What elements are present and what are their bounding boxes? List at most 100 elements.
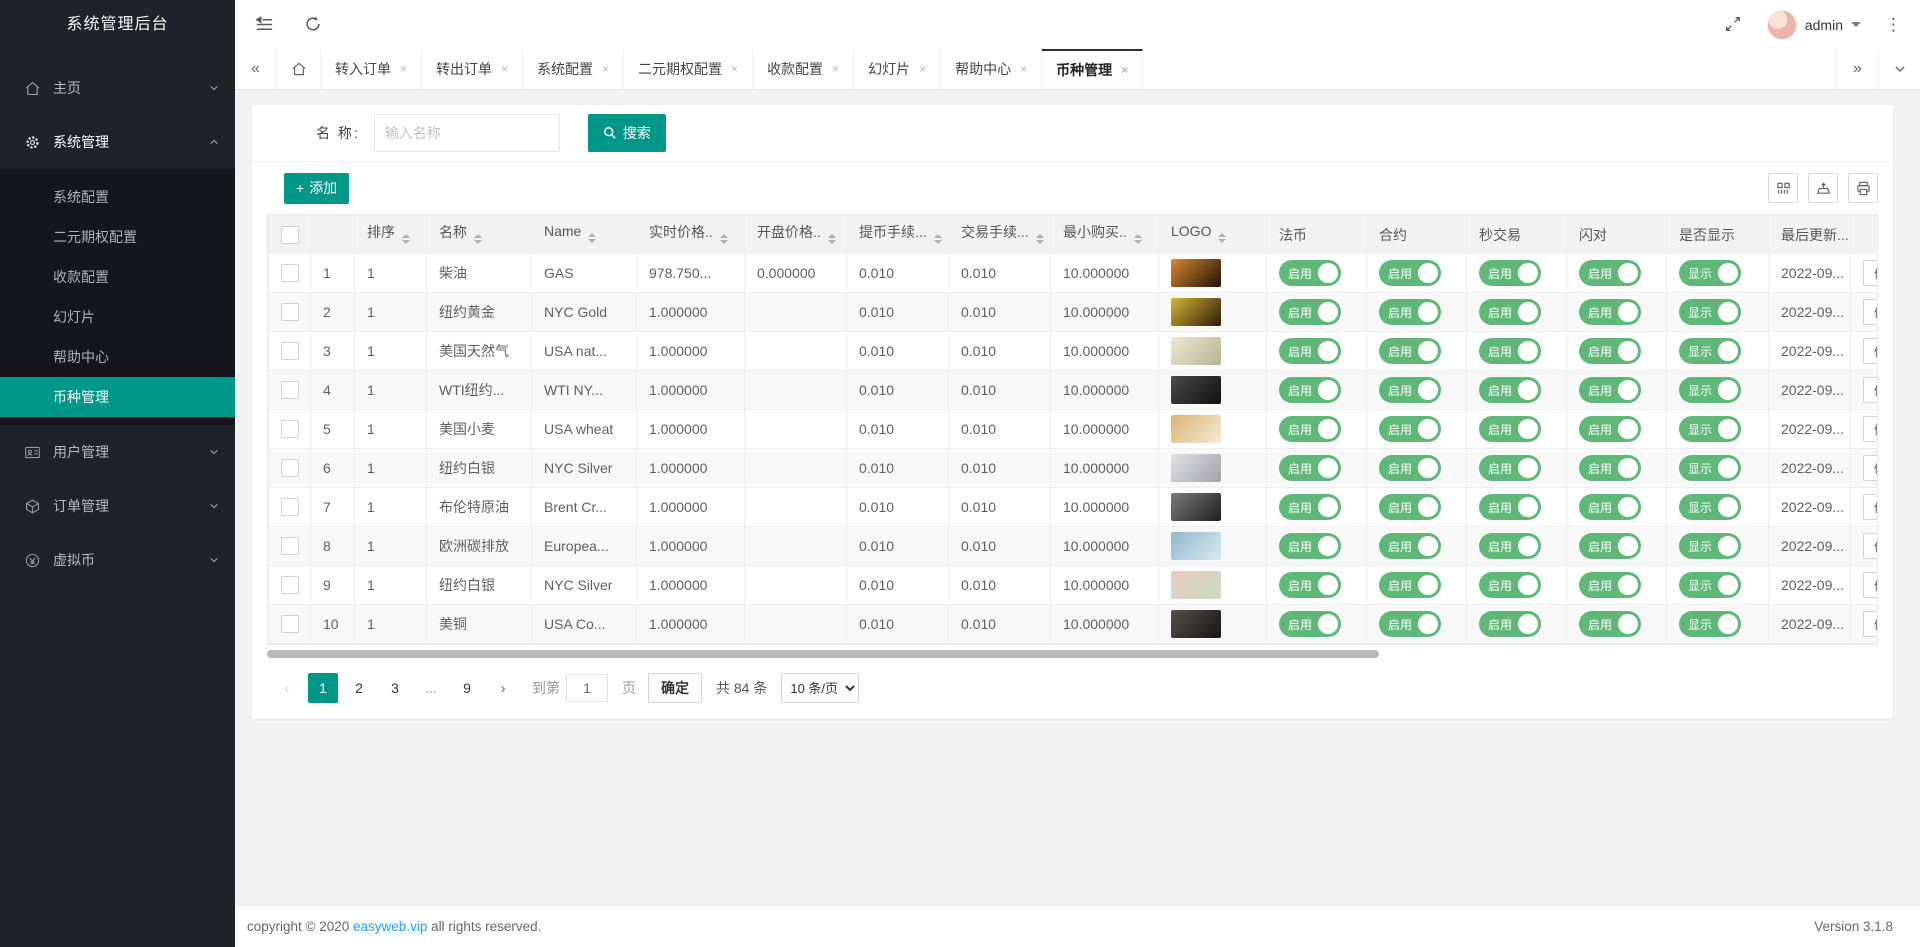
fiat-toggle[interactable]: 启用 xyxy=(1279,260,1341,286)
edit-button[interactable]: 修改 xyxy=(1863,611,1878,637)
fiat-toggle[interactable]: 启用 xyxy=(1279,455,1341,481)
row-checkbox[interactable] xyxy=(281,498,299,516)
edit-button[interactable]: 修改 xyxy=(1863,572,1878,598)
tab-二元期权配置[interactable]: 二元期权配置× xyxy=(624,49,753,89)
page-size-select[interactable]: 10 条/页 xyxy=(781,673,859,703)
page-button-9[interactable]: 9 xyxy=(452,673,482,703)
visible-toggle[interactable]: 显示 xyxy=(1679,455,1741,481)
visible-toggle[interactable]: 显示 xyxy=(1679,494,1741,520)
tab-帮助中心[interactable]: 帮助中心× xyxy=(941,49,1042,89)
tabs-menu-icon[interactable] xyxy=(1878,49,1920,89)
edit-button[interactable]: 修改 xyxy=(1863,299,1878,325)
contract-toggle[interactable]: 启用 xyxy=(1379,338,1441,364)
seconds-toggle[interactable]: 启用 xyxy=(1479,611,1541,637)
edit-button[interactable]: 修改 xyxy=(1863,533,1878,559)
fiat-toggle[interactable]: 启用 xyxy=(1279,533,1341,559)
row-checkbox[interactable] xyxy=(281,381,299,399)
seconds-toggle[interactable]: 启用 xyxy=(1479,260,1541,286)
edit-button[interactable]: 修改 xyxy=(1863,338,1878,364)
tabs-scroll-right-icon[interactable]: » xyxy=(1836,49,1878,89)
horizontal-scrollbar[interactable] xyxy=(267,649,1878,659)
seconds-toggle[interactable]: 启用 xyxy=(1479,377,1541,403)
sidebar-subitem-系统配置[interactable]: 系统配置 xyxy=(0,177,235,217)
flash-toggle[interactable]: 启用 xyxy=(1579,455,1641,481)
shrink-menu-icon[interactable] xyxy=(255,15,274,34)
sort-carets-icon[interactable] xyxy=(828,230,836,248)
fiat-toggle[interactable]: 启用 xyxy=(1279,338,1341,364)
contract-toggle[interactable]: 启用 xyxy=(1379,377,1441,403)
close-icon[interactable]: × xyxy=(501,62,508,76)
sort-carets-icon[interactable] xyxy=(1218,229,1226,247)
seconds-toggle[interactable]: 启用 xyxy=(1479,494,1541,520)
seconds-toggle[interactable]: 启用 xyxy=(1479,533,1541,559)
sidebar-item-2[interactable]: 系统管理 xyxy=(0,115,235,169)
close-icon[interactable]: × xyxy=(731,62,738,76)
tab-系统配置[interactable]: 系统配置× xyxy=(523,49,624,89)
tab-币种管理[interactable]: 币种管理× xyxy=(1042,49,1143,89)
edit-button[interactable]: 修改 xyxy=(1863,377,1878,403)
fiat-toggle[interactable]: 启用 xyxy=(1279,494,1341,520)
close-icon[interactable]: × xyxy=(1121,63,1128,77)
edit-button[interactable]: 修改 xyxy=(1863,494,1878,520)
visible-toggle[interactable]: 显示 xyxy=(1679,299,1741,325)
tab-收款配置[interactable]: 收款配置× xyxy=(753,49,854,89)
sort-carets-icon[interactable] xyxy=(588,229,596,247)
visible-toggle[interactable]: 显示 xyxy=(1679,338,1741,364)
column-header-name_en[interactable]: Name xyxy=(532,216,637,254)
fiat-toggle[interactable]: 启用 xyxy=(1279,377,1341,403)
seconds-toggle[interactable]: 启用 xyxy=(1479,455,1541,481)
tab-home[interactable] xyxy=(277,49,321,89)
sidebar-subitem-幻灯片[interactable]: 幻灯片 xyxy=(0,297,235,337)
sidebar-subitem-二元期权配置[interactable]: 二元期权配置 xyxy=(0,217,235,257)
page-jump-input[interactable] xyxy=(566,674,608,702)
edit-button[interactable]: 修改 xyxy=(1863,260,1878,286)
column-header-trade_fee[interactable]: 交易手续... xyxy=(949,216,1051,254)
search-button[interactable]: 搜索 xyxy=(588,114,666,152)
contract-toggle[interactable]: 启用 xyxy=(1379,455,1441,481)
page-button-1[interactable]: 1 xyxy=(308,673,338,703)
flash-toggle[interactable]: 启用 xyxy=(1579,416,1641,442)
refresh-icon[interactable] xyxy=(304,15,323,34)
sidebar-item-5[interactable]: 虚拟币 xyxy=(0,533,235,587)
add-button[interactable]: + 添加 xyxy=(284,173,349,204)
sort-carets-icon[interactable] xyxy=(720,230,728,248)
row-checkbox[interactable] xyxy=(281,303,299,321)
sort-carets-icon[interactable] xyxy=(1134,230,1142,248)
flash-toggle[interactable]: 启用 xyxy=(1579,260,1641,286)
fullscreen-icon[interactable] xyxy=(1724,15,1743,34)
sidebar-subitem-帮助中心[interactable]: 帮助中心 xyxy=(0,337,235,377)
fiat-toggle[interactable]: 启用 xyxy=(1279,572,1341,598)
print-icon[interactable] xyxy=(1848,173,1878,203)
column-header-withdraw_fee[interactable]: 提币手续... xyxy=(847,216,949,254)
close-icon[interactable]: × xyxy=(832,62,839,76)
close-icon[interactable]: × xyxy=(400,62,407,76)
seconds-toggle[interactable]: 启用 xyxy=(1479,572,1541,598)
fiat-toggle[interactable]: 启用 xyxy=(1279,416,1341,442)
sort-carets-icon[interactable] xyxy=(402,230,410,248)
edit-button[interactable]: 修改 xyxy=(1863,455,1878,481)
column-header-logo[interactable]: LOGO xyxy=(1159,216,1267,254)
contract-toggle[interactable]: 启用 xyxy=(1379,572,1441,598)
sidebar-item-3[interactable]: 用户管理 xyxy=(0,425,235,479)
flash-toggle[interactable]: 启用 xyxy=(1579,377,1641,403)
visible-toggle[interactable]: 显示 xyxy=(1679,377,1741,403)
close-icon[interactable]: × xyxy=(602,62,609,76)
fiat-toggle[interactable]: 启用 xyxy=(1279,299,1341,325)
row-checkbox[interactable] xyxy=(281,342,299,360)
visible-toggle[interactable]: 显示 xyxy=(1679,572,1741,598)
column-header-min_buy[interactable]: 最小购买.. xyxy=(1051,216,1159,254)
columns-filter-icon[interactable] xyxy=(1768,173,1798,203)
sidebar-item-1[interactable]: 主页 xyxy=(0,61,235,115)
contract-toggle[interactable]: 启用 xyxy=(1379,416,1441,442)
tabs-scroll-left-icon[interactable]: « xyxy=(235,49,277,89)
sort-carets-icon[interactable] xyxy=(474,230,482,248)
flash-toggle[interactable]: 启用 xyxy=(1579,494,1641,520)
tab-幻灯片[interactable]: 幻灯片× xyxy=(854,49,941,89)
column-header-price[interactable]: 实时价格.. xyxy=(637,216,745,254)
contract-toggle[interactable]: 启用 xyxy=(1379,494,1441,520)
visible-toggle[interactable]: 显示 xyxy=(1679,611,1741,637)
row-checkbox[interactable] xyxy=(281,459,299,477)
easyweb-link[interactable]: easyweb.vip xyxy=(353,919,427,934)
contract-toggle[interactable]: 启用 xyxy=(1379,299,1441,325)
visible-toggle[interactable]: 显示 xyxy=(1679,416,1741,442)
